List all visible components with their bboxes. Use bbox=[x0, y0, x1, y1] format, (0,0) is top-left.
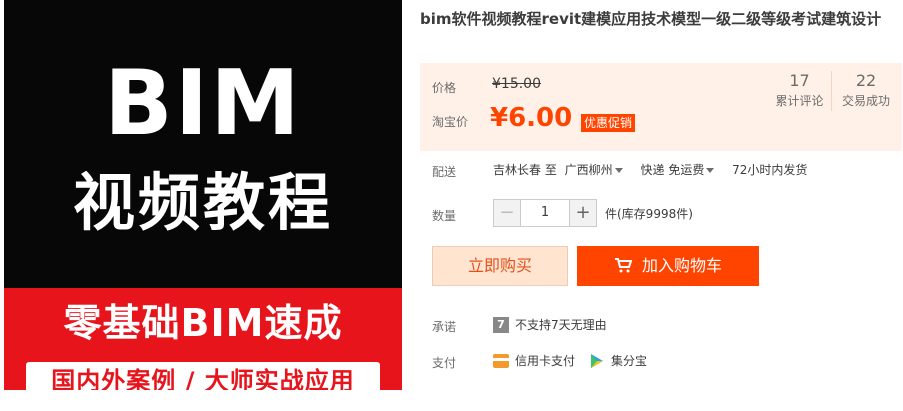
chevron-down-icon bbox=[706, 168, 715, 173]
stock-info: 件(库存9998件) bbox=[605, 207, 693, 221]
shipping-row: 吉林长春 至 广西柳州 快递 免运费 72小时内发货 bbox=[493, 161, 811, 178]
cart-icon bbox=[614, 258, 632, 273]
original-price: ¥15.00 bbox=[492, 76, 541, 92]
product-image[interactable]: BIM 视频教程 零基础BIM速成 国内外案例 / 大师实战应用 bbox=[4, 0, 402, 390]
review-stat[interactable]: 17 累计评论 bbox=[768, 71, 832, 111]
shipping-destination[interactable]: 广西柳州 bbox=[565, 163, 633, 177]
deal-label: 交易成功 bbox=[841, 94, 890, 108]
credit-card-icon bbox=[493, 353, 509, 368]
deal-stat[interactable]: 22 交易成功 bbox=[834, 71, 898, 111]
chevron-down-icon bbox=[614, 168, 623, 173]
original-price-label: 价格 bbox=[432, 81, 457, 95]
jifenbao-payment: 集分宝 bbox=[611, 354, 648, 368]
promise-row: 7 不支持7天无理由 bbox=[493, 316, 607, 333]
shipping-method-text: 快递 免运费 bbox=[640, 163, 705, 177]
payment-row: 信用卡支付 集分宝 bbox=[493, 352, 647, 369]
shipping-method[interactable]: 快递 免运费 bbox=[641, 163, 725, 177]
promo-price-label: 淘宝价 bbox=[432, 115, 469, 129]
review-label: 累计评论 bbox=[775, 94, 824, 108]
seven-day-icon: 7 bbox=[493, 316, 509, 333]
decrease-button[interactable]: − bbox=[493, 199, 521, 227]
buy-now-button[interactable]: 立即购买 bbox=[432, 246, 568, 286]
payment-label: 支付 bbox=[432, 356, 457, 370]
promo-tag: 优惠促销 bbox=[581, 114, 636, 132]
image-banner: 零基础BIM速成 国内外案例 / 大师实战应用 bbox=[4, 288, 402, 390]
quantity-input[interactable]: 1 bbox=[521, 199, 569, 227]
shipping-time: 72小时内发货 bbox=[732, 163, 808, 177]
increase-button[interactable]: + bbox=[569, 199, 597, 227]
product-title: bim软件视频教程revit建模应用技术模型一级二级等级考试建筑设计 bbox=[420, 10, 882, 28]
quantity-stepper: − 1 + bbox=[493, 199, 597, 227]
shipping-destination-text: 广西柳州 bbox=[564, 163, 613, 177]
price-panel: 价格 ¥15.00 淘宝价 ¥6.00 优惠促销 17 累计评论 22 交易成功 bbox=[420, 63, 902, 151]
add-to-cart-label: 加入购物车 bbox=[641, 256, 722, 275]
review-count: 17 bbox=[789, 71, 810, 90]
shipping-from: 吉林长春 至 bbox=[493, 163, 557, 177]
promise-label: 承诺 bbox=[432, 320, 457, 334]
image-tagline-box: 国内外案例 / 大师实战应用 bbox=[26, 362, 380, 390]
image-subtitle: 视频教程 bbox=[72, 166, 333, 239]
shipping-label: 配送 bbox=[432, 165, 457, 179]
promise-text: 不支持7天无理由 bbox=[515, 318, 607, 332]
credit-card-payment: 信用卡支付 bbox=[515, 354, 576, 368]
image-headline: BIM bbox=[104, 51, 302, 156]
image-banner-text: 零基础BIM速成 bbox=[63, 301, 343, 345]
jifenbao-icon bbox=[591, 353, 604, 368]
promo-price: ¥6.00 bbox=[490, 103, 573, 133]
add-to-cart-button[interactable]: 加入购物车 bbox=[577, 246, 759, 286]
quantity-label: 数量 bbox=[432, 209, 457, 223]
image-tagline: 国内外案例 / 大师实战应用 bbox=[51, 367, 355, 390]
deal-count: 22 bbox=[855, 71, 877, 90]
